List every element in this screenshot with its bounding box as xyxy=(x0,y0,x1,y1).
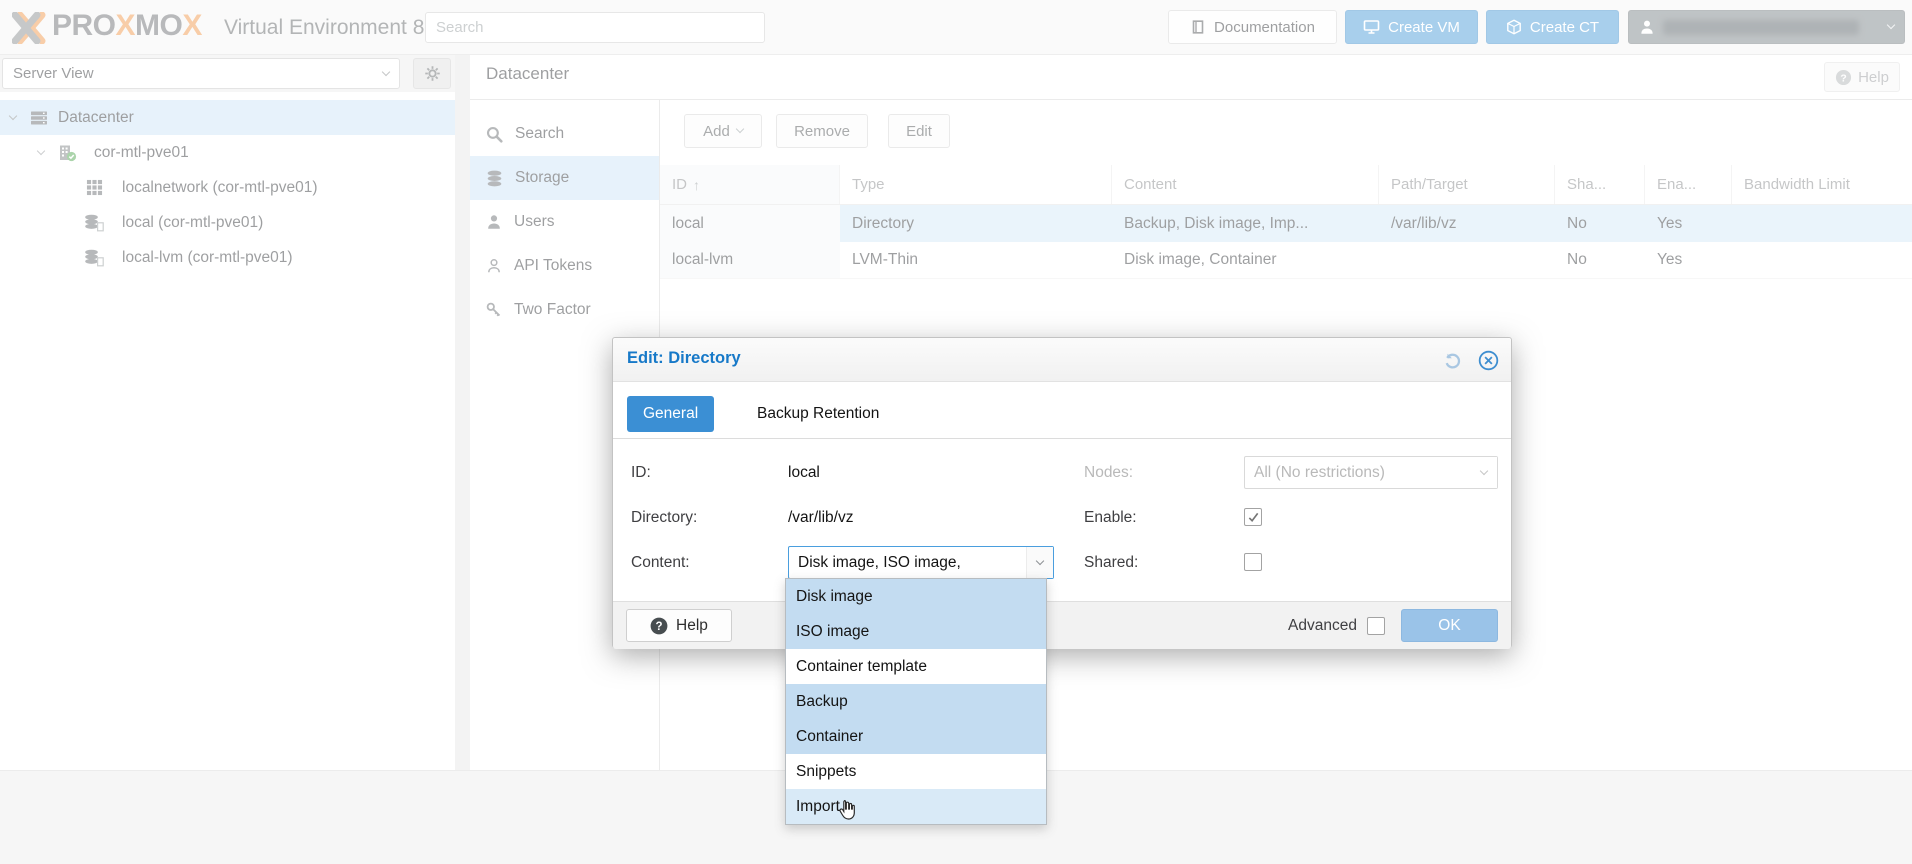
tab-backup-retention[interactable]: Backup Retention xyxy=(741,396,895,432)
dropdown-option-import[interactable]: Import xyxy=(786,789,1046,824)
question-circle-icon: ? xyxy=(650,617,668,635)
content-dropdown-list: Disk image ISO image Container template … xyxy=(785,578,1047,825)
svg-text:?: ? xyxy=(656,621,663,633)
dropdown-option-iso-image[interactable]: ISO image xyxy=(786,614,1046,649)
chevron-down-icon xyxy=(1479,466,1487,474)
combo-trigger[interactable] xyxy=(1026,547,1053,578)
content-label: Content: xyxy=(631,546,690,579)
dialog-footer: ? Help Advanced OK xyxy=(613,601,1511,649)
undo-icon xyxy=(1442,350,1463,371)
enable-checkbox[interactable] xyxy=(1244,508,1262,526)
check-icon xyxy=(1247,511,1260,524)
nodes-label: Nodes: xyxy=(1084,456,1133,489)
dropdown-option-container-template[interactable]: Container template xyxy=(786,649,1046,684)
id-value: local xyxy=(788,456,820,489)
content-combobox[interactable]: Disk image, ISO image, xyxy=(788,546,1054,579)
dialog-header[interactable]: Edit: Directory xyxy=(613,338,1511,382)
dialog-title: Edit: Directory xyxy=(627,349,741,368)
advanced-checkbox[interactable] xyxy=(1367,617,1385,635)
dropdown-option-container[interactable]: Container xyxy=(786,719,1046,754)
advanced-label: Advanced xyxy=(1288,602,1357,650)
shared-label: Shared: xyxy=(1084,546,1138,579)
reset-button[interactable] xyxy=(1441,349,1463,371)
close-icon xyxy=(1478,350,1499,371)
dropdown-option-backup[interactable]: Backup xyxy=(786,684,1046,719)
dropdown-option-disk-image[interactable]: Disk image xyxy=(786,579,1046,614)
tab-general[interactable]: General xyxy=(627,396,714,432)
enable-label: Enable: xyxy=(1084,501,1137,534)
combo-trigger xyxy=(1470,457,1497,488)
shared-checkbox[interactable] xyxy=(1244,553,1262,571)
directory-label: Directory: xyxy=(631,501,697,534)
help-button-dialog[interactable]: ? Help xyxy=(626,609,732,642)
close-button[interactable] xyxy=(1477,349,1499,371)
dropdown-option-snippets[interactable]: Snippets xyxy=(786,754,1046,789)
proxmox-app: PROXMOX Virtual Environment 8.4.0 Docume… xyxy=(0,0,1912,864)
id-label: ID: xyxy=(631,456,651,489)
divider xyxy=(613,438,1511,439)
chevron-down-icon xyxy=(1036,556,1044,564)
directory-value: /var/lib/vz xyxy=(788,501,853,534)
edit-directory-dialog: Edit: Directory General Backup Retention… xyxy=(612,337,1512,648)
ok-button[interactable]: OK xyxy=(1401,609,1498,642)
nodes-combobox: All (No restrictions) xyxy=(1244,456,1498,489)
